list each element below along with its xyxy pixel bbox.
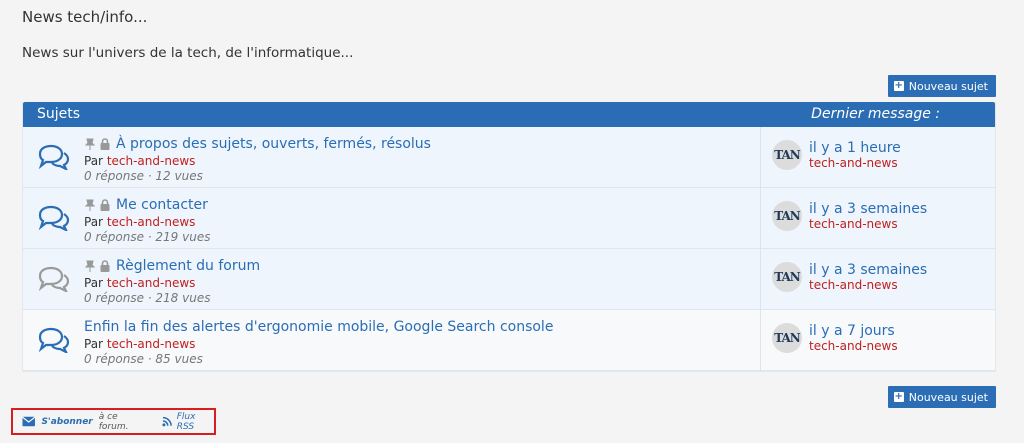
pin-icon [84,138,96,150]
plus-icon: + [893,80,904,91]
topic-stats: 0 réponse · 218 vues [84,291,211,305]
topic-title-link[interactable]: Enfin la fin des alertes d'ergonomie mob… [84,319,553,335]
topic-stats: 0 réponse · 12 vues [84,169,203,183]
chat-bubbles-icon [38,266,70,292]
topic-title-link[interactable]: Me contacter [116,197,208,213]
new-topic-button-top[interactable]: + Nouveau sujet [887,75,996,97]
subscribe-bar: S'abonner à ce forum. Flux RSS [11,408,216,435]
lock-icon [100,260,110,272]
topic-title-link[interactable]: Règlement du forum [116,258,260,274]
topic-stats: 0 réponse · 219 vues [84,230,211,244]
topic-stats: 0 réponse · 85 vues [84,352,203,366]
by-prefix: Par [84,215,107,229]
header-subjects: Sujets [37,106,81,122]
column-divider [760,127,761,188]
topic-table: Sujets Dernier message : À propos des su… [22,102,996,372]
column-divider [760,310,761,371]
rss-icon [162,416,173,427]
page-description: News sur l'univers de la tech, de l'info… [22,45,354,61]
avatar[interactable]: TAN [772,323,802,353]
lock-icon [100,199,110,211]
new-topic-label: Nouveau sujet [908,390,988,404]
envelope-icon [22,416,36,427]
subscribe-suffix: à ce forum. [98,411,129,432]
last-post-time-link[interactable]: il y a 3 semaines [809,262,927,278]
last-post-author-link[interactable]: tech-and-news [809,278,927,292]
by-prefix: Par [84,276,107,290]
subscribe-link[interactable]: S'abonner [41,417,92,427]
new-topic-button-bottom[interactable]: + Nouveau sujet [887,386,996,408]
last-post-author-link[interactable]: tech-and-news [809,339,898,353]
avatar[interactable]: TAN [772,201,802,231]
lock-icon [100,138,110,150]
last-post-time-link[interactable]: il y a 3 semaines [809,201,927,217]
chat-bubbles-icon [38,327,70,353]
table-row: Me contacter Par tech-and-news 0 réponse… [23,188,995,249]
last-post-time-link[interactable]: il y a 1 heure [809,140,901,156]
topic-title-link[interactable]: À propos des sujets, ouverts, fermés, ré… [116,136,431,152]
author-link[interactable]: tech-and-news [107,337,196,351]
table-row: Enfin la fin des alertes d'ergonomie mob… [23,310,995,371]
pin-icon [84,260,96,272]
last-post-author-link[interactable]: tech-and-news [809,217,927,231]
column-divider [760,188,761,249]
by-prefix: Par [84,154,107,168]
rss-label: Flux RSS [176,411,196,432]
author-link[interactable]: tech-and-news [107,154,196,168]
column-divider [760,249,761,310]
plus-icon: + [893,391,904,402]
chat-bubbles-icon [38,144,70,170]
pin-icon [84,199,96,211]
rss-link[interactable]: Flux RSS [162,412,214,432]
new-topic-label: Nouveau sujet [908,79,988,93]
last-post-time-link[interactable]: il y a 7 jours [809,323,898,339]
avatar[interactable]: TAN [772,262,802,292]
chat-bubbles-icon [38,205,70,231]
author-link[interactable]: tech-and-news [107,276,196,290]
avatar[interactable]: TAN [772,140,802,170]
author-link[interactable]: tech-and-news [107,215,196,229]
table-header: Sujets Dernier message : [23,102,995,127]
table-row: Règlement du forum Par tech-and-news 0 r… [23,249,995,310]
by-prefix: Par [84,337,107,351]
table-row: À propos des sujets, ouverts, fermés, ré… [23,127,995,188]
header-last-message: Dernier message : [811,106,940,122]
page-title: News tech/info... [22,8,148,26]
last-post-author-link[interactable]: tech-and-news [809,156,901,170]
